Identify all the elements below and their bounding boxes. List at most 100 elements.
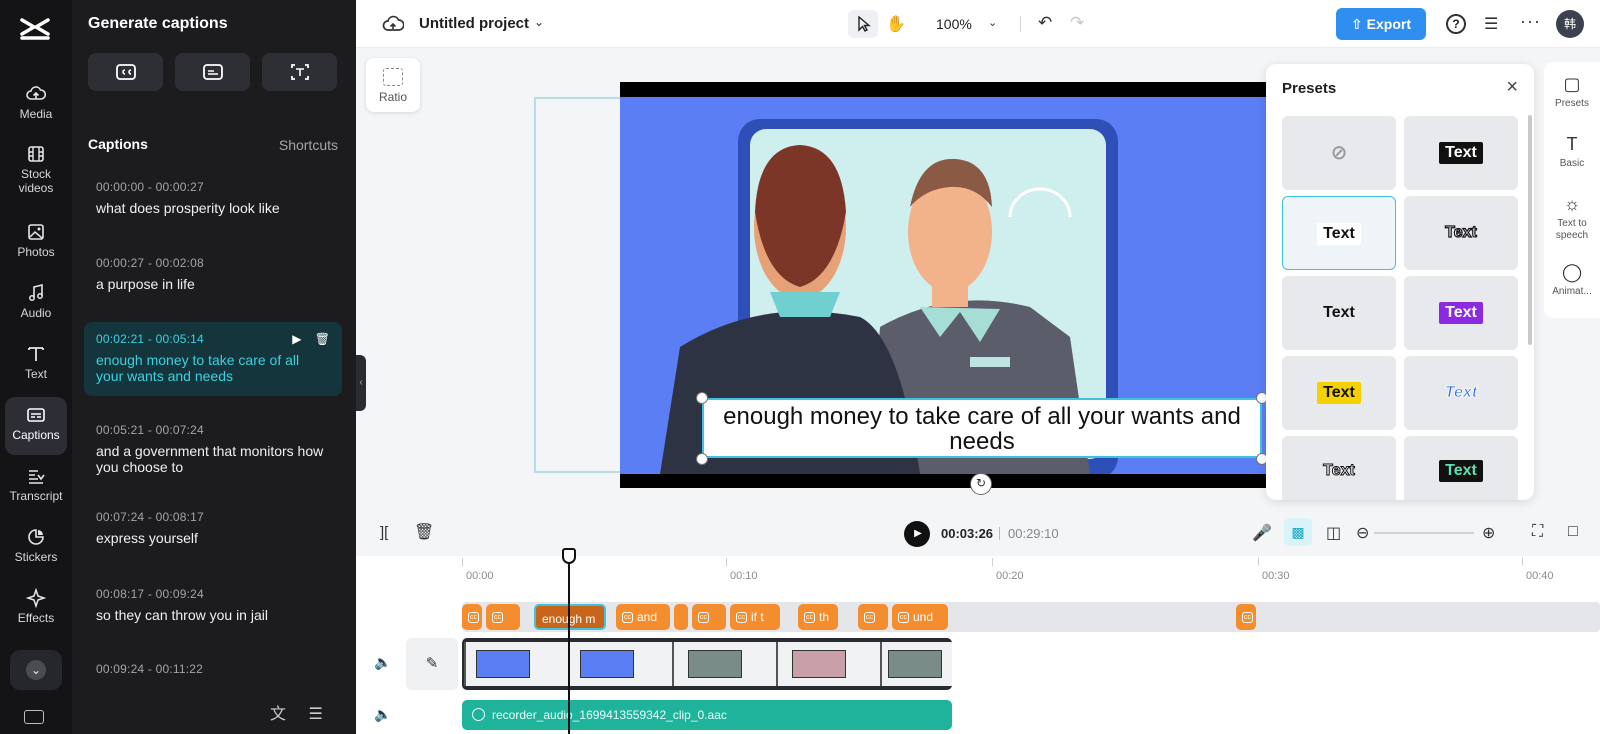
trash-icon[interactable]: 🗑 (414, 522, 434, 542)
fullscreen-icon[interactable]: ⛶ (1532, 523, 1543, 541)
export-button[interactable]: ⇧ Export (1336, 8, 1426, 40)
zoom-out-icon[interactable]: ⊖ (1356, 523, 1369, 543)
caption-chip[interactable]: cc (486, 604, 520, 630)
caption-item[interactable]: 00:08:17 - 00:09:24 so they can throw yo… (84, 577, 342, 633)
tab-basic[interactable]: T Basic (1544, 134, 1600, 170)
manual-captions-button[interactable] (175, 53, 250, 91)
presets-scrollbar[interactable] (1528, 115, 1532, 345)
rail-item-text[interactable]: Text (5, 336, 67, 394)
video-clip[interactable] (464, 642, 568, 686)
caption-item[interactable]: 00:09:24 - 00:11:22 (84, 652, 342, 686)
caption-chip[interactable]: cc und (892, 604, 948, 630)
shortcuts-link[interactable]: Shortcuts (279, 137, 338, 153)
audio-track[interactable]: recorder_audio_1699413559342_clip_0.aac (462, 700, 952, 730)
caption-text[interactable]: express yourself (96, 530, 330, 546)
resize-handle[interactable] (696, 453, 708, 465)
layers-icon[interactable]: ☰ (1484, 14, 1498, 34)
caption-text[interactable]: a purpose in life (96, 276, 330, 292)
preset-tile-selected[interactable]: Text (1282, 196, 1396, 270)
timeline-zoom-slider[interactable] (1374, 532, 1474, 534)
preset-none[interactable]: ⊘ (1282, 116, 1396, 190)
caption-chip[interactable]: cc (858, 604, 888, 630)
microphone-icon[interactable]: 🎤 (1252, 523, 1272, 543)
video-clip[interactable] (568, 642, 672, 686)
rail-item-stickers[interactable]: Stickers (5, 519, 67, 577)
caption-item[interactable]: 00:00:27 - 00:02:08 a purpose in life (84, 246, 342, 302)
rail-item-stock-videos[interactable]: Stock videos (5, 136, 67, 200)
caption-text[interactable]: so they can throw you in jail (96, 607, 330, 623)
scan-captions-button[interactable] (262, 53, 337, 91)
chevron-down-icon[interactable]: ⌄ (988, 16, 997, 29)
preset-tile[interactable]: Text (1282, 436, 1396, 500)
preset-tile[interactable]: Text (1404, 436, 1518, 500)
playhead[interactable] (568, 556, 570, 734)
play-icon[interactable]: ▶ (292, 332, 301, 346)
resize-handle[interactable] (696, 392, 708, 404)
caption-chip[interactable]: cc (462, 604, 482, 630)
video-clip[interactable] (880, 642, 952, 686)
rail-item-effects[interactable]: Effects (5, 580, 67, 638)
chevron-down-icon[interactable]: ⌄ (534, 15, 544, 29)
find-replace-icon[interactable]: ☰ (308, 706, 322, 723)
video-clip[interactable] (672, 642, 776, 686)
preset-tile[interactable]: Text (1404, 356, 1518, 430)
caption-text[interactable]: what does prosperity look like (96, 200, 330, 216)
preset-tile[interactable]: Text (1404, 196, 1518, 270)
edit-cover-button[interactable]: ✎ (406, 638, 458, 690)
playhead-handle[interactable] (562, 548, 576, 564)
caption-chip[interactable]: cc (692, 604, 726, 630)
redo-icon[interactable]: ↷ (1070, 13, 1084, 33)
ratio-button[interactable]: Ratio (366, 58, 420, 112)
auto-captions-button[interactable] (88, 53, 163, 91)
cloud-save-icon[interactable] (382, 14, 404, 34)
rail-item-media[interactable]: Media (5, 76, 67, 134)
video-clip[interactable] (776, 642, 880, 686)
split-view-icon[interactable]: ◫ (1326, 523, 1341, 543)
tab-presets[interactable]: ▢ Presets (1544, 74, 1600, 110)
undo-icon[interactable]: ↶ (1038, 13, 1052, 33)
tab-text-to-speech[interactable]: ☼ Text to speech (1544, 194, 1600, 242)
auto-snap-icon[interactable]: ▩ (1284, 518, 1312, 546)
keyboard-icon[interactable] (24, 710, 44, 724)
caption-chip[interactable]: cc if t (730, 604, 780, 630)
caption-item[interactable]: 00:07:24 - 00:08:17 express yourself (84, 500, 342, 556)
caption-item-active[interactable]: 00:02:21 - 00:05:14 ▶ 🗑 enough money to … (84, 322, 342, 396)
rail-item-captions[interactable]: Captions (5, 397, 67, 455)
preset-tile[interactable]: Text (1282, 356, 1396, 430)
tab-animation[interactable]: ◯ Animat... (1544, 262, 1600, 298)
pointer-tool-button[interactable] (848, 10, 878, 38)
rotate-icon[interactable]: ↻ (970, 473, 992, 495)
preset-tile[interactable]: Text (1404, 276, 1518, 350)
caption-text[interactable]: and a government that monitors how you c… (96, 443, 330, 475)
help-icon[interactable]: ? (1446, 14, 1466, 34)
volume-icon[interactable]: 🔈 (374, 706, 391, 723)
caption-item[interactable]: 00:05:21 - 00:07:24 and a government tha… (84, 413, 342, 485)
hand-tool-icon[interactable]: ✋ (886, 14, 906, 34)
video-track[interactable] (462, 638, 952, 690)
timeline[interactable]: 00:00 00:10 00:20 00:30 00:40 cc cc enou… (356, 548, 1600, 734)
caption-chip[interactable]: cc (1236, 604, 1256, 630)
play-button[interactable]: ▶ (904, 521, 930, 547)
caption-chip[interactable]: cc th (798, 604, 838, 630)
split-icon[interactable]: ][ (380, 524, 388, 541)
zoom-in-icon[interactable]: ⊕ (1482, 523, 1495, 543)
translate-icon[interactable]: 文 (270, 706, 286, 723)
caption-text[interactable]: enough money to take care of all your wa… (96, 352, 330, 384)
zoom-level[interactable]: 100% (936, 16, 972, 32)
rail-item-transcript[interactable]: Transcript (5, 458, 67, 516)
caption-text-box[interactable]: enough money to take care of all your wa… (702, 398, 1262, 458)
collapse-panel-button[interactable]: ‹ (356, 355, 366, 411)
preview-icon[interactable]: □ (1568, 523, 1578, 541)
caption-item[interactable]: 00:00:00 - 00:00:27 what does prosperity… (84, 170, 342, 226)
avatar[interactable]: 韩 (1556, 10, 1584, 38)
caption-chip-selected[interactable]: enough m (534, 604, 606, 630)
preset-tile[interactable]: Text (1282, 276, 1396, 350)
project-name[interactable]: Untitled project (419, 15, 529, 32)
more-icon[interactable]: ··· (1520, 11, 1541, 32)
rail-more-button[interactable]: ⌄ (10, 650, 62, 690)
volume-icon[interactable]: 🔈 (374, 654, 391, 671)
rail-item-photos[interactable]: Photos (5, 214, 67, 272)
caption-chip[interactable] (674, 604, 688, 630)
rail-item-audio[interactable]: Audio (5, 275, 67, 333)
caption-chip[interactable]: cc and (616, 604, 670, 630)
